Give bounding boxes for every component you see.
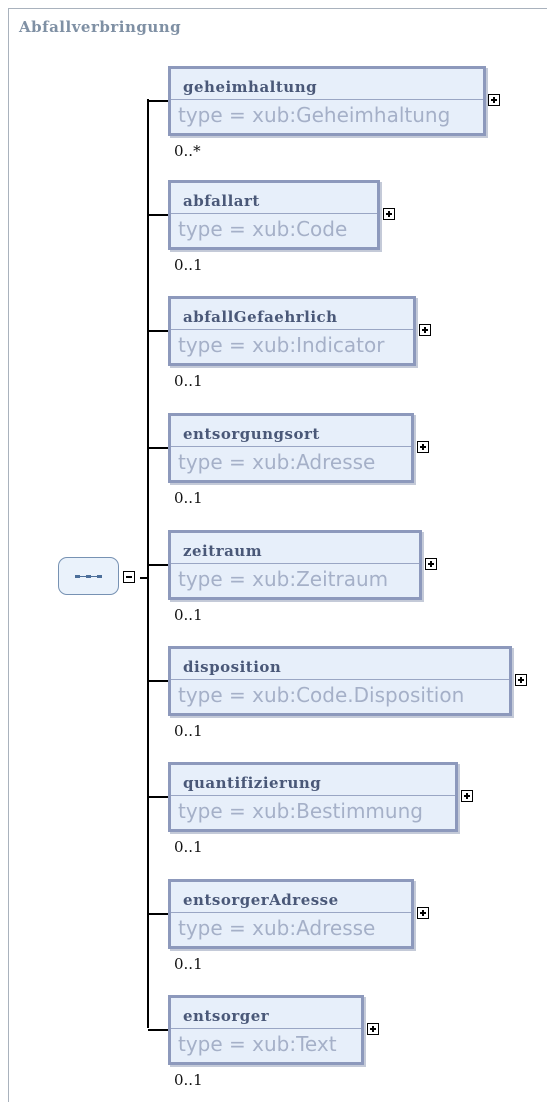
cardinality-label: 0..1	[174, 606, 203, 624]
element-type: type = xub:Adresse	[178, 916, 376, 940]
expand-toggle-icon[interactable]	[417, 907, 429, 919]
element-box-geheimhaltung[interactable]: geheimhaltung type = xub:Geheimhaltung	[168, 66, 486, 136]
cardinality-label: 0..*	[174, 142, 201, 160]
element-box-disposition[interactable]: disposition type = xub:Code.Disposition	[168, 646, 512, 716]
expand-toggle-icon[interactable]	[419, 324, 431, 336]
element-divider	[171, 563, 419, 564]
expand-toggle-icon[interactable]	[515, 674, 527, 686]
element-box-quantifizierung[interactable]: quantifizierung type = xub:Bestimmung	[168, 762, 458, 832]
element-name: entsorgungsort	[183, 425, 320, 443]
expand-toggle-icon[interactable]	[461, 790, 473, 802]
expand-toggle-icon[interactable]	[367, 1023, 379, 1035]
element-type: type = xub:Code.Disposition	[178, 683, 465, 707]
element-divider	[171, 329, 413, 330]
sequence-compositor-icon	[75, 575, 103, 578]
element-type: type = xub:Adresse	[178, 450, 376, 474]
element-name: entsorgerAdresse	[183, 891, 339, 909]
element-divider	[171, 213, 377, 214]
expand-toggle-icon[interactable]	[383, 208, 395, 220]
element-name: zeitraum	[183, 542, 263, 560]
element-name: abfallGefaehrlich	[183, 308, 338, 326]
element-type: type = xub:Bestimmung	[178, 799, 423, 823]
element-type: type = xub:Code	[178, 217, 348, 241]
expand-toggle-icon[interactable]	[417, 441, 429, 453]
element-divider	[171, 446, 411, 447]
element-type: type = xub:Text	[178, 1032, 337, 1056]
expand-toggle-icon[interactable]	[488, 94, 500, 106]
element-name: abfallart	[183, 192, 260, 210]
expand-toggle-icon[interactable]	[425, 558, 437, 570]
element-name: entsorger	[183, 1007, 270, 1025]
element-box-entsorgungsort[interactable]: entsorgungsort type = xub:Adresse	[168, 413, 414, 483]
element-name: quantifizierung	[183, 774, 322, 792]
cardinality-label: 0..1	[174, 955, 203, 973]
element-divider	[171, 1028, 361, 1029]
cardinality-label: 0..1	[174, 722, 203, 740]
cardinality-label: 0..1	[174, 1071, 203, 1089]
element-divider	[171, 99, 483, 100]
element-name: geheimhaltung	[183, 78, 318, 96]
sequence-compositor[interactable]	[58, 557, 119, 595]
cardinality-label: 0..1	[174, 372, 203, 390]
element-type: type = xub:Indicator	[178, 333, 385, 357]
element-divider	[171, 679, 509, 680]
element-type: type = xub:Zeitraum	[178, 567, 389, 591]
element-divider	[171, 795, 455, 796]
element-box-entsorger[interactable]: entsorger type = xub:Text	[168, 995, 364, 1065]
cardinality-label: 0..1	[174, 489, 203, 507]
element-divider	[171, 912, 411, 913]
cardinality-label: 0..1	[174, 838, 203, 856]
element-box-entsorgerAdresse[interactable]: entsorgerAdresse type = xub:Adresse	[168, 879, 414, 949]
element-box-abfallGefaehrlich[interactable]: abfallGefaehrlich type = xub:Indicator	[168, 296, 416, 366]
element-box-abfallart[interactable]: abfallart type = xub:Code	[168, 180, 380, 250]
element-type: type = xub:Geheimhaltung	[178, 103, 451, 127]
cardinality-label: 0..1	[174, 256, 203, 274]
element-box-zeitraum[interactable]: zeitraum type = xub:Zeitraum	[168, 530, 422, 600]
element-name: disposition	[183, 658, 282, 676]
collapse-toggle-icon[interactable]	[123, 571, 135, 583]
